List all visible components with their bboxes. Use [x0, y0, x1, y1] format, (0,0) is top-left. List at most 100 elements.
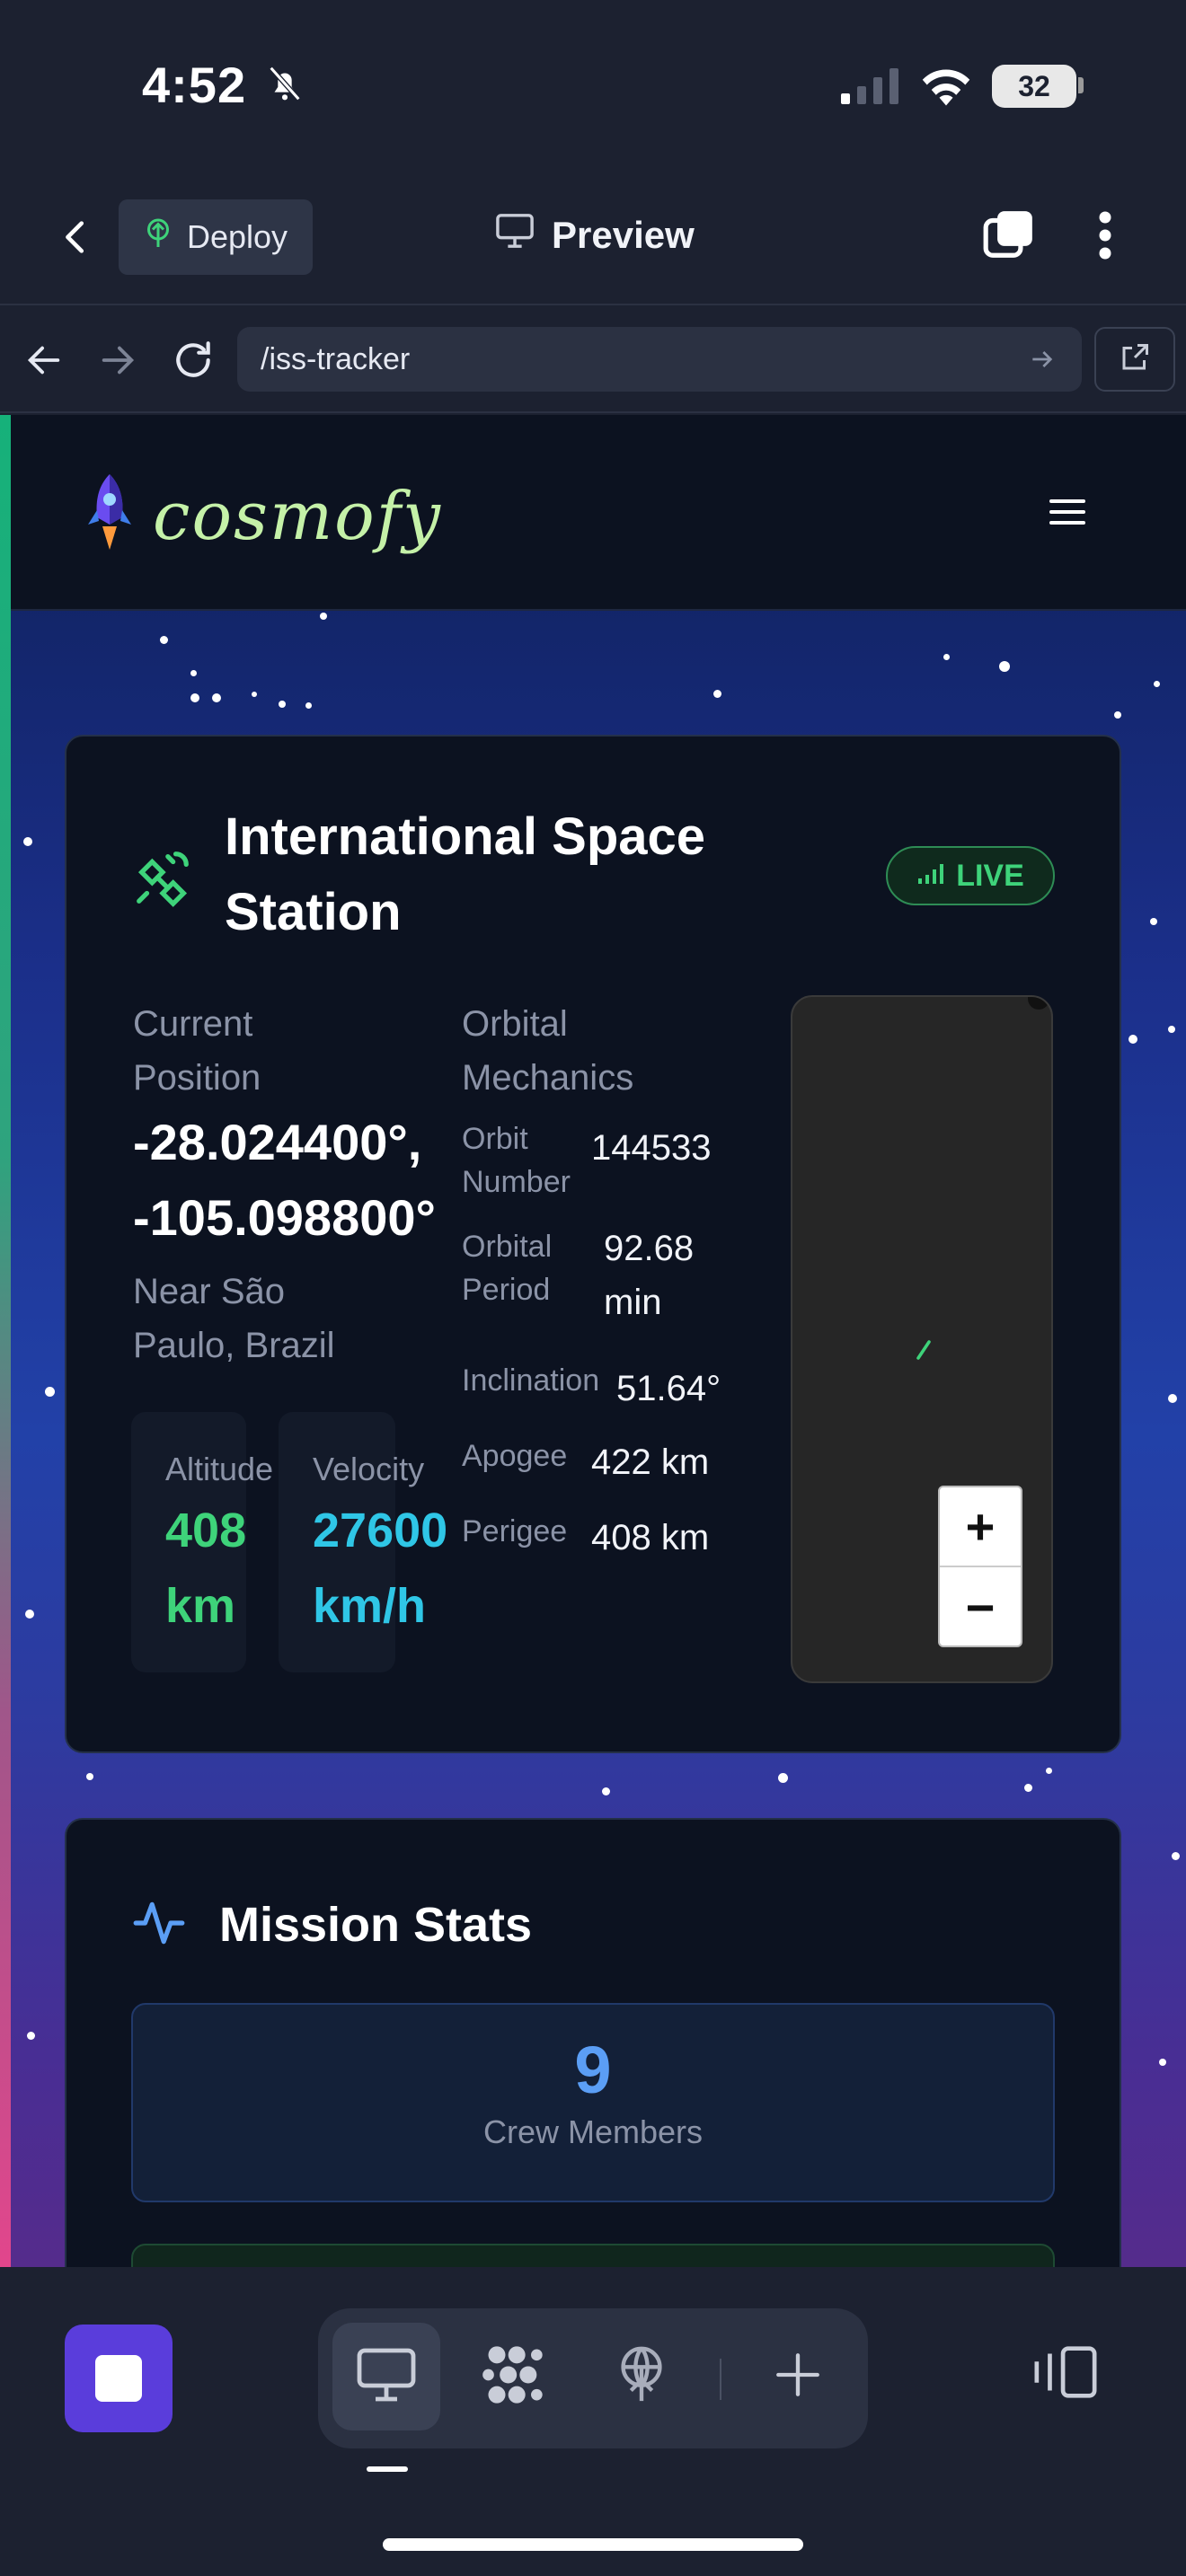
live-badge: LIVE	[886, 846, 1055, 905]
crew-count: 9	[574, 2033, 612, 2107]
zoom-in-button[interactable]: +	[940, 1487, 1021, 1567]
battery-cap	[1078, 77, 1084, 93]
altitude-content: Altitude 408 km	[165, 1446, 273, 1644]
star	[23, 837, 32, 846]
silent-bell-icon	[264, 63, 305, 109]
star	[1128, 1035, 1137, 1044]
panel-toggle-icon[interactable]	[1031, 2342, 1100, 2406]
status-time: 4:52	[142, 57, 247, 113]
mission-stats-card: Mission Stats 9 Crew Members	[65, 1818, 1121, 2267]
inclination-value: 51.64°	[616, 1369, 721, 1408]
velocity-value: 27600	[313, 1504, 448, 1557]
zoom-out-button[interactable]: −	[940, 1567, 1021, 1647]
status-bar: 4:52 32	[0, 0, 1186, 171]
star	[1150, 918, 1157, 925]
preview-mode-button[interactable]	[332, 2323, 440, 2430]
home-indicator	[383, 2538, 803, 2551]
apogee-label: Apogee	[462, 1439, 568, 1473]
browser-back-icon[interactable]	[23, 340, 65, 385]
star	[943, 654, 950, 660]
preview-label: Preview	[552, 214, 695, 256]
iss-title: International Space Station	[225, 799, 705, 950]
longitude-value: -105.098800°	[133, 1189, 436, 1246]
iss-title-line1: International Space	[225, 807, 706, 866]
nearest-location-line1: Near São	[133, 1272, 285, 1311]
battery-level: 32	[1018, 69, 1050, 102]
star	[279, 701, 286, 708]
active-tab-indicator	[367, 2466, 408, 2472]
star	[1168, 1394, 1177, 1403]
map-marker-corner	[1028, 997, 1049, 1010]
app-header: Deploy Preview	[0, 171, 1186, 305]
tabs-switcher-icon[interactable]	[981, 207, 1037, 267]
go-arrow-icon[interactable]	[1028, 345, 1057, 382]
desktop-icon	[354, 2345, 419, 2409]
orbital-period-value-line1: 92.68	[604, 1229, 695, 1268]
crew-stat-box: 9 Crew Members	[131, 2003, 1055, 2202]
stop-icon	[95, 2355, 142, 2402]
satellite-icon	[131, 846, 194, 913]
external-link-icon	[1119, 341, 1151, 378]
current-position-label-line2: Position	[133, 1058, 261, 1098]
star	[602, 1787, 610, 1795]
apogee-value: 422 km	[591, 1442, 710, 1482]
star	[212, 693, 221, 702]
battery-indicator: 32	[992, 65, 1076, 108]
star	[999, 661, 1010, 672]
deploy-button[interactable]: Deploy	[119, 199, 313, 275]
star	[778, 1773, 788, 1783]
iss-map[interactable]: + −	[791, 995, 1053, 1683]
star	[86, 1773, 93, 1780]
star	[1114, 711, 1121, 719]
reload-icon[interactable]	[171, 338, 216, 387]
star	[1168, 1026, 1175, 1033]
brand-logo[interactable]: cosmofy	[83, 471, 442, 561]
star	[1172, 1852, 1180, 1860]
site-navbar: cosmofy	[11, 415, 1186, 611]
star	[1154, 681, 1160, 687]
rocket-icon	[83, 471, 137, 561]
velocity-unit: km/h	[313, 1579, 427, 1633]
plus-icon	[772, 2349, 824, 2405]
crew-label: Crew Members	[482, 2113, 704, 2150]
browser-forward-icon[interactable]	[97, 340, 138, 385]
orbit-number-label-line1: Orbit	[462, 1122, 528, 1156]
orbital-period-value-line2: min	[604, 1283, 662, 1322]
nearest-location: Near São Paulo, Brazil	[133, 1265, 335, 1372]
back-chevron-icon[interactable]	[56, 212, 97, 267]
altitude-label: Altitude	[165, 1451, 274, 1487]
map-zoom-control: + −	[938, 1486, 1022, 1647]
url-input[interactable]: /iss-tracker	[237, 327, 1082, 392]
orbit-number-label: Orbit Number	[462, 1117, 571, 1204]
altitude-value: 408	[165, 1504, 247, 1557]
latitude-value: -28.024400°,	[133, 1114, 422, 1170]
orbital-heading-line2: Mechanics	[462, 1058, 634, 1098]
orbital-period-label: Orbital Period	[462, 1225, 552, 1311]
workspace-button[interactable]	[460, 2323, 568, 2430]
deploy-tab-button[interactable]	[588, 2323, 695, 2430]
wifi-icon	[918, 63, 974, 112]
preview-title: Preview	[494, 212, 695, 259]
star	[27, 2032, 35, 2040]
star	[252, 692, 257, 697]
open-external-button[interactable]	[1094, 327, 1175, 392]
orbit-number-label-line2: Number	[462, 1165, 571, 1199]
stop-button[interactable]	[65, 2325, 173, 2432]
bottom-toolbar	[0, 2267, 1186, 2576]
monitor-icon	[494, 212, 535, 259]
orbit-number-value: 144533	[591, 1128, 712, 1168]
signal-bars-icon	[916, 859, 947, 894]
next-stat-box	[131, 2244, 1055, 2267]
workspace-icon	[480, 2341, 548, 2413]
cellular-signal-icon	[839, 66, 900, 110]
orbital-period-label-line1: Orbital	[462, 1230, 553, 1264]
hamburger-menu-icon[interactable]	[1048, 496, 1087, 533]
add-button[interactable]	[744, 2323, 852, 2430]
iss-title-line2: Station	[225, 883, 402, 941]
more-vertical-icon[interactable]	[1089, 208, 1121, 267]
star	[320, 613, 327, 620]
toolbar-divider	[720, 2359, 721, 2400]
star	[160, 636, 168, 644]
star	[190, 693, 199, 702]
browser-url-bar: /iss-tracker	[0, 307, 1186, 413]
